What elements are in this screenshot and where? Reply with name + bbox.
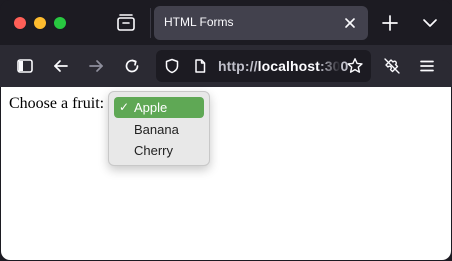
bookmark-star-icon[interactable] xyxy=(346,57,364,75)
navigation-toolbar: http://localhost:300 xyxy=(0,45,452,87)
page-content: Choose a fruit: ✓ Apple Banana Cherry xyxy=(1,87,451,260)
option-banana[interactable]: Banana xyxy=(114,119,204,140)
tab-strip-divider xyxy=(150,8,151,38)
plus-icon[interactable] xyxy=(381,14,399,32)
fruit-label: Choose a fruit: xyxy=(9,95,105,112)
url-fade xyxy=(321,50,341,82)
window-maximize-button[interactable] xyxy=(54,17,66,29)
tab-title: HTML Forms xyxy=(164,15,234,29)
checkmark-icon: ✓ xyxy=(119,100,130,114)
browser-window: HTML Forms http://localhost Choose a fru… xyxy=(0,0,452,261)
page-icon[interactable] xyxy=(192,58,208,74)
tab-html-forms[interactable]: HTML Forms xyxy=(154,6,368,40)
option-cherry[interactable]: Cherry xyxy=(114,140,204,161)
close-icon[interactable] xyxy=(343,16,357,30)
chevron-down-icon[interactable] xyxy=(422,16,438,30)
address-bar[interactable]: http://localhost:300 xyxy=(156,50,371,82)
tab-strip: HTML Forms xyxy=(0,0,452,45)
extensions-icon[interactable] xyxy=(383,57,401,75)
fruit-select-dropdown[interactable]: ✓ Apple Banana Cherry xyxy=(108,91,210,166)
firefox-view-icon[interactable] xyxy=(115,13,137,33)
back-arrow-icon[interactable] xyxy=(52,57,70,75)
window-minimize-button[interactable] xyxy=(34,17,46,29)
option-label: Apple xyxy=(134,100,168,115)
option-apple[interactable]: ✓ Apple xyxy=(114,97,204,118)
forward-arrow-icon[interactable] xyxy=(87,57,105,75)
shield-icon[interactable] xyxy=(164,58,180,74)
menu-icon[interactable] xyxy=(418,57,436,75)
option-label: Cherry xyxy=(134,143,174,158)
sidebar-icon[interactable] xyxy=(16,57,34,75)
reload-icon[interactable] xyxy=(123,57,141,75)
option-label: Banana xyxy=(134,122,179,137)
url-host: localhost xyxy=(257,58,320,74)
window-close-button[interactable] xyxy=(14,17,26,29)
url-scheme: http:// xyxy=(218,58,258,74)
